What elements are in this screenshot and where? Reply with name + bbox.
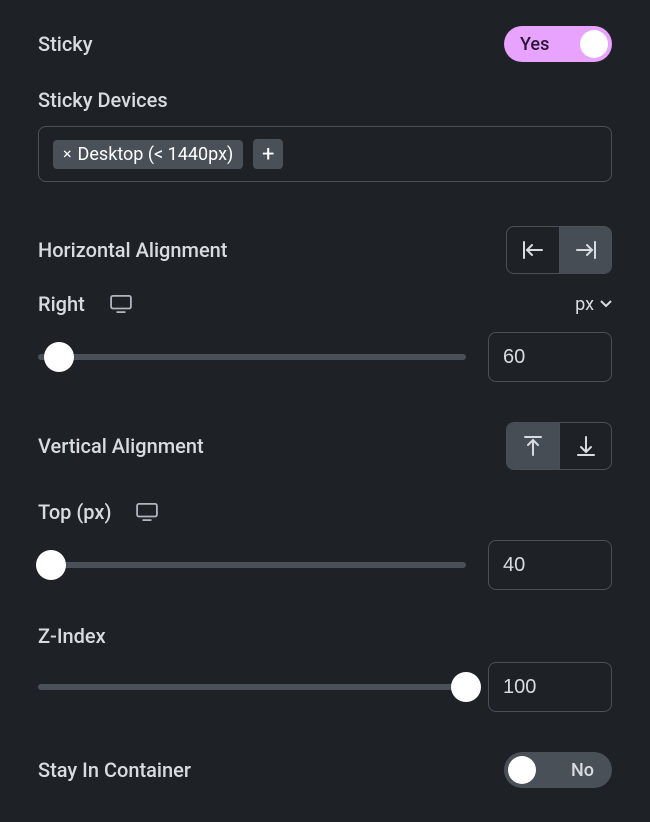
sticky-devices-field[interactable]: × Desktop (< 1440px) + [38, 126, 612, 182]
align-top-icon [523, 434, 543, 458]
remove-tag-icon[interactable]: × [63, 146, 72, 162]
slider-thumb[interactable] [451, 672, 481, 702]
right-slider[interactable] [38, 354, 466, 360]
right-unit-value: px [575, 294, 594, 315]
sticky-devices-label: Sticky Devices [38, 88, 612, 112]
zindex-label: Z-Index [38, 624, 612, 648]
stay-toggle-text: No [571, 760, 594, 781]
align-right-icon [574, 240, 598, 260]
slider-thumb[interactable] [44, 342, 74, 372]
top-slider[interactable] [38, 562, 466, 568]
align-bottom-button[interactable] [559, 423, 611, 469]
desktop-icon[interactable] [109, 295, 133, 313]
top-input[interactable] [488, 540, 612, 590]
right-unit-select[interactable]: px [575, 294, 612, 315]
device-tag[interactable]: × Desktop (< 1440px) [53, 140, 243, 169]
add-device-button[interactable]: + [253, 139, 283, 169]
stay-in-container-label: Stay In Container [38, 758, 191, 782]
vertical-alignment-segment [506, 422, 612, 470]
slider-thumb[interactable] [36, 550, 66, 580]
vertical-alignment-label: Vertical Alignment [38, 434, 204, 458]
right-label: Right [38, 292, 85, 316]
top-label: Top (px) [38, 500, 111, 524]
align-right-button[interactable] [559, 227, 611, 273]
zindex-slider[interactable] [38, 684, 466, 690]
stay-in-container-toggle[interactable]: No [504, 752, 612, 788]
right-input[interactable] [488, 332, 612, 382]
horizontal-alignment-label: Horizontal Alignment [38, 238, 227, 262]
sticky-label: Sticky [38, 32, 93, 56]
sticky-toggle[interactable]: Yes [504, 26, 612, 62]
device-tag-label: Desktop (< 1440px) [78, 144, 234, 165]
align-left-button[interactable] [507, 227, 559, 273]
sticky-toggle-text: Yes [520, 34, 549, 55]
align-bottom-icon [576, 434, 596, 458]
align-left-icon [521, 240, 545, 260]
zindex-input[interactable] [488, 662, 612, 712]
desktop-icon[interactable] [135, 503, 159, 521]
align-top-button[interactable] [507, 423, 559, 469]
toggle-knob [508, 756, 536, 784]
horizontal-alignment-segment [506, 226, 612, 274]
toggle-knob [580, 30, 608, 58]
chevron-down-icon [600, 300, 612, 308]
